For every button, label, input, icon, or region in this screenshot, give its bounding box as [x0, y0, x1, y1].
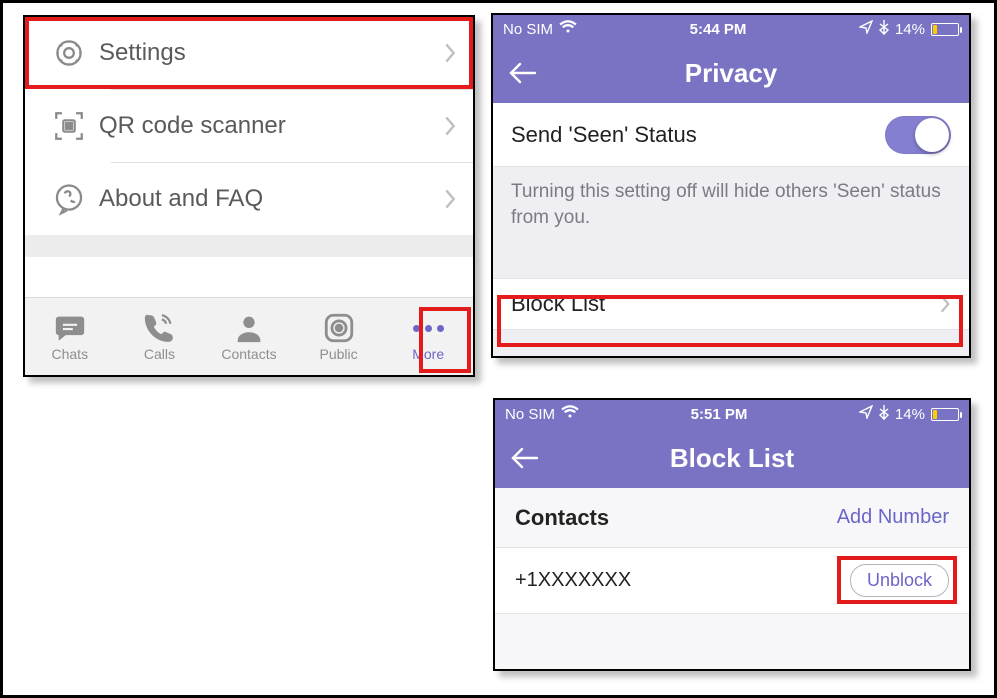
block-list-label: Block List	[511, 291, 605, 317]
tab-contacts-label: Contacts	[221, 346, 276, 362]
more-list: Settings QR code scanner	[25, 17, 473, 235]
qr-scanner-row[interactable]: QR code scanner	[25, 90, 473, 162]
seen-status-hint: Turning this setting off will hide other…	[493, 167, 969, 252]
battery-icon	[931, 23, 959, 36]
navbar: Block List	[495, 428, 969, 488]
contacts-section-header: Contacts Add Number	[495, 488, 969, 548]
bluetooth-icon	[879, 19, 889, 39]
chevron-right-icon	[443, 188, 457, 210]
add-number-button[interactable]: Add Number	[837, 506, 949, 529]
tab-public-label: Public	[320, 346, 358, 362]
wifi-icon	[561, 405, 579, 423]
gear-icon	[39, 36, 99, 70]
spacer	[25, 235, 473, 257]
page-title: Block List	[670, 443, 794, 474]
seen-status-row[interactable]: Send 'Seen' Status	[493, 103, 969, 167]
carrier-label: No SIM	[503, 21, 553, 38]
tab-calls-label: Calls	[144, 346, 175, 362]
wifi-icon	[559, 20, 577, 38]
navbar: Privacy	[493, 43, 969, 103]
tab-chats-label: Chats	[52, 346, 89, 362]
tab-calls[interactable]: Calls	[115, 298, 205, 375]
blocked-number: +1XXXXXXX	[515, 569, 631, 592]
status-bar: No SIM 5:44 PM 14%	[493, 15, 969, 43]
back-button[interactable]	[507, 440, 543, 476]
blocked-contact-row: +1XXXXXXX Unblock	[495, 548, 969, 614]
location-icon	[859, 20, 873, 38]
chevron-right-icon	[939, 294, 951, 314]
settings-label: Settings	[99, 39, 443, 67]
section-title: Contacts	[515, 505, 609, 531]
about-label: About and FAQ	[99, 185, 443, 213]
tab-public[interactable]: Public	[294, 298, 384, 375]
carrier-label: No SIM	[505, 406, 555, 423]
block-list-row[interactable]: Block List	[493, 278, 969, 330]
clock-label: 5:51 PM	[691, 406, 748, 423]
more-tab-panel: Settings QR code scanner	[23, 15, 475, 377]
settings-row[interactable]: Settings	[25, 17, 473, 89]
seen-status-label: Send 'Seen' Status	[511, 122, 697, 148]
battery-icon	[931, 408, 959, 421]
tab-chats[interactable]: Chats	[25, 298, 115, 375]
privacy-panel: No SIM 5:44 PM 14% Privacy Send 'Seen' S…	[491, 13, 971, 358]
location-icon	[859, 405, 873, 423]
seen-status-toggle[interactable]	[885, 116, 951, 154]
qr-label: QR code scanner	[99, 112, 443, 140]
about-faq-row[interactable]: About and FAQ	[25, 163, 473, 235]
qr-icon	[39, 109, 99, 143]
back-button[interactable]	[505, 55, 541, 91]
privacy-body: Send 'Seen' Status Turning this setting …	[493, 103, 969, 356]
battery-pct: 14%	[895, 406, 925, 423]
chevron-right-icon	[443, 115, 457, 137]
phone-bubble-icon	[39, 182, 99, 216]
unblock-button[interactable]: Unblock	[850, 564, 949, 597]
bottom-tabbar: Chats Calls Contacts Public More	[25, 297, 473, 375]
page-title: Privacy	[685, 58, 778, 89]
chevron-right-icon	[443, 42, 457, 64]
status-bar: No SIM 5:51 PM 14%	[495, 400, 969, 428]
block-list-body: Contacts Add Number +1XXXXXXX Unblock	[495, 488, 969, 669]
tab-more-label: More	[412, 346, 444, 362]
tab-contacts[interactable]: Contacts	[204, 298, 294, 375]
tab-more[interactable]: More	[383, 298, 473, 375]
clock-label: 5:44 PM	[690, 21, 747, 38]
composite-screenshot: Settings QR code scanner	[0, 0, 997, 698]
battery-pct: 14%	[895, 21, 925, 38]
block-list-panel: No SIM 5:51 PM 14% Block List Contacts	[493, 398, 971, 671]
bluetooth-icon	[879, 404, 889, 424]
